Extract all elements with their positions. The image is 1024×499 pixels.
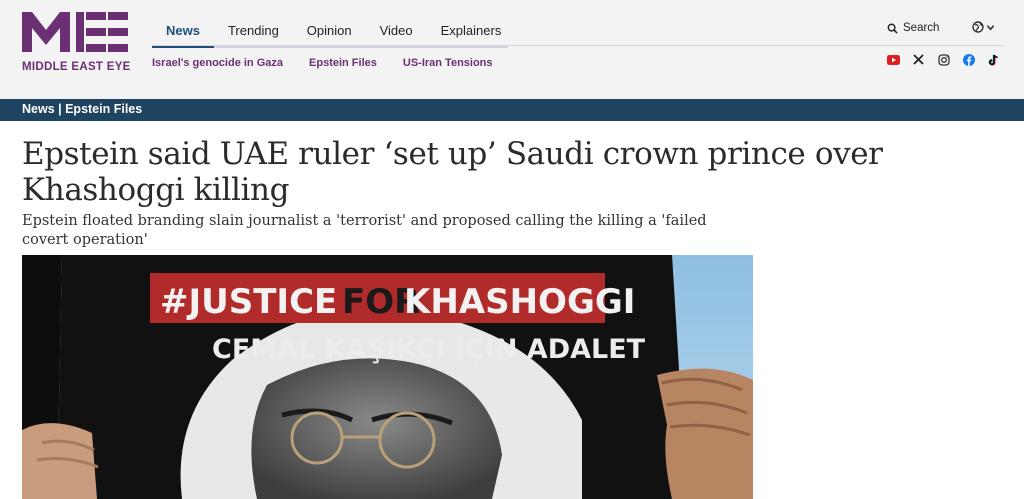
- logo-wordmark[interactable]: MIDDLE EAST EYE: [22, 61, 131, 73]
- social-links: [887, 53, 1000, 66]
- globe-icon: [972, 21, 984, 33]
- youtube-icon[interactable]: [887, 53, 900, 66]
- sign-hashtag-right: KHASHOGGI: [404, 282, 635, 322]
- main-nav: News Trending Opinion Video Explainers: [152, 14, 508, 48]
- topic-link-epstein[interactable]: Epstein Files: [309, 57, 377, 69]
- tiktok-icon[interactable]: [987, 53, 1000, 66]
- facebook-icon[interactable]: [962, 53, 975, 66]
- article-headline: Epstein said UAE ruler ‘set up’ Saudi cr…: [22, 136, 883, 208]
- topic-link-us-iran[interactable]: US-Iran Tensions: [403, 57, 493, 69]
- nav-item-explainers[interactable]: Explainers: [427, 14, 516, 46]
- sign-hashtag-left: #JUSTICE: [160, 282, 337, 322]
- search-icon: [887, 23, 898, 34]
- header-divider: [152, 45, 1004, 46]
- x-icon[interactable]: [912, 53, 925, 66]
- topic-nav: Israel's genocide in Gaza Epstein Files …: [152, 57, 493, 69]
- nav-item-opinion[interactable]: Opinion: [293, 14, 366, 46]
- protest-photo: #JUSTICE FOR KHASHOGGI CEMAL KAŞIKÇI IÇI…: [22, 255, 753, 499]
- nav-item-trending[interactable]: Trending: [214, 14, 293, 46]
- breadcrumb[interactable]: News | Epstein Files: [22, 102, 142, 116]
- search-label: Search: [903, 22, 940, 34]
- sign-line2: CEMAL KAŞIKÇI IÇIN ADALET: [212, 334, 646, 365]
- search-button[interactable]: Search: [887, 22, 939, 34]
- site-header: MIDDLE EAST EYE News Trending Opinion Vi…: [0, 0, 1024, 99]
- topic-link-gaza[interactable]: Israel's genocide in Gaza: [152, 57, 283, 69]
- section-bar: News | Epstein Files: [0, 99, 1024, 121]
- instagram-icon[interactable]: [937, 53, 950, 66]
- nav-item-video[interactable]: Video: [366, 14, 427, 46]
- article-subheadline: Epstein floated branding slain journalis…: [22, 213, 707, 248]
- chevron-down-icon: [986, 24, 995, 31]
- nav-item-news[interactable]: News: [152, 14, 214, 48]
- edition-selector[interactable]: [972, 21, 995, 33]
- hero-image[interactable]: #JUSTICE FOR KHASHOGGI CEMAL KAŞIKÇI IÇI…: [22, 255, 753, 499]
